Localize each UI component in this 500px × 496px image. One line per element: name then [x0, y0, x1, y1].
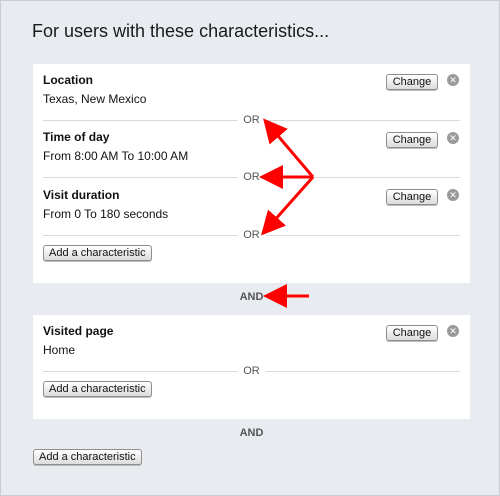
close-icon[interactable]: ✕: [447, 189, 459, 201]
characteristic-group-2: Visited page Home Change ✕ OR Add a char…: [33, 315, 470, 419]
characteristic-group-1: Location Texas, New Mexico Change ✕ OR T…: [33, 64, 470, 283]
change-visit-duration-button[interactable]: Change: [386, 189, 438, 205]
add-characteristic-button[interactable]: Add a characteristic: [43, 245, 152, 261]
or-separator: OR: [43, 365, 460, 379]
or-separator: OR: [43, 114, 460, 128]
add-characteristic-button[interactable]: Add a characteristic: [43, 381, 152, 397]
or-label: OR: [237, 229, 266, 241]
and-label: AND: [239, 291, 264, 303]
or-separator: OR: [43, 171, 460, 185]
characteristic-name: Visited page: [43, 324, 114, 338]
characteristic-name: Time of day: [43, 130, 110, 144]
change-visited-page-button[interactable]: Change: [386, 325, 438, 341]
change-time-of-day-button[interactable]: Change: [386, 132, 438, 148]
close-icon[interactable]: ✕: [447, 74, 459, 86]
or-separator: OR: [43, 229, 460, 243]
add-characteristic-group-button[interactable]: Add a characteristic: [33, 449, 142, 465]
characteristic-value: From 0 To 180 seconds: [43, 207, 169, 221]
characteristic-value: From 8:00 AM To 10:00 AM: [43, 149, 189, 163]
characteristic-value: Home: [43, 343, 76, 357]
change-location-button[interactable]: Change: [386, 74, 438, 90]
or-label: OR: [237, 171, 266, 183]
page-title: For users with these characteristics...: [32, 21, 330, 41]
characteristic-value: Texas, New Mexico: [43, 92, 147, 106]
close-icon[interactable]: ✕: [447, 325, 459, 337]
close-icon[interactable]: ✕: [447, 132, 459, 144]
or-label: OR: [237, 365, 266, 377]
or-label: OR: [237, 114, 266, 126]
segment-builder-panel: For users with these characteristics... …: [0, 0, 500, 496]
and-label: AND: [239, 427, 264, 439]
characteristic-name: Location: [43, 73, 93, 87]
characteristic-name: Visit duration: [43, 188, 120, 202]
